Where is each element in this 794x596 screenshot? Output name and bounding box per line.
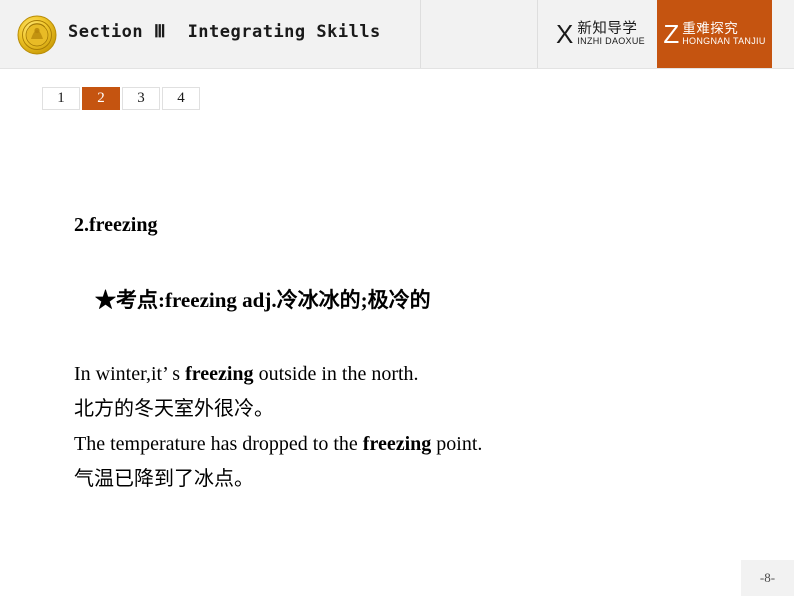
nav-label-cn: 重难探究 bbox=[682, 21, 739, 37]
example-1-middle: s bbox=[167, 363, 186, 385]
example-sentence-1: In winter,it’ s freezing outside in the … bbox=[74, 357, 734, 392]
example-2-prefix: The temperature has dropped to the bbox=[74, 433, 363, 455]
example-2-keyword: freezing bbox=[362, 433, 432, 455]
header-bottom-border bbox=[0, 68, 794, 69]
nav-label-cn: 新知导学 bbox=[577, 20, 638, 37]
page-number-tabstrip: 1 2 3 4 bbox=[42, 87, 200, 110]
example-1-keyword: freezing bbox=[185, 363, 254, 385]
nav-initial-letter-x: X bbox=[556, 19, 574, 49]
header-divider-2 bbox=[537, 0, 538, 68]
example-sentence-2: The temperature has dropped to the freez… bbox=[74, 427, 734, 462]
nav-section-xinzhi-daoxue[interactable]: X 新知导学 INZHI DAOXUE bbox=[556, 0, 645, 68]
tab-3[interactable]: 3 bbox=[122, 87, 160, 110]
star-icon: ★ bbox=[95, 288, 116, 312]
example-translation-1: 北方的冬天室外很冷。 bbox=[74, 398, 274, 420]
page-number-badge: -8- bbox=[741, 560, 794, 596]
nav-label-group: 新知导学 INZHI DAOXUE bbox=[577, 22, 645, 47]
page-title: Section Ⅲ Integrating Skills bbox=[68, 22, 381, 42]
nav-label-pinyin: INZHI DAOXUE bbox=[577, 36, 645, 47]
key-point-word: freezing adj. bbox=[165, 288, 277, 312]
tab-4[interactable]: 4 bbox=[162, 87, 200, 110]
example-1-prefix: In winter,it bbox=[74, 363, 163, 385]
page-header: Section Ⅲ Integrating Skills X 新知导学 INZH… bbox=[0, 0, 794, 68]
nav-initial-letter-z: Z bbox=[663, 19, 680, 49]
key-point-line: ★考点:freezing adj.冷冰冰的;极冷的 bbox=[74, 243, 734, 357]
key-point-label: 考点: bbox=[116, 288, 165, 312]
tab-2[interactable]: 2 bbox=[82, 87, 120, 110]
key-point-meaning: 冷冰冰的;极冷的 bbox=[276, 288, 431, 312]
header-divider-1 bbox=[420, 0, 421, 68]
nav-section-zhongnan-tanjiu[interactable]: Z 重难探究 HONGNAN TANJIU bbox=[657, 0, 772, 68]
gold-medal-emblem-icon bbox=[17, 15, 57, 55]
entry-heading: 2.freezing bbox=[74, 214, 158, 236]
nav-label-group: 重难探究 HONGNAN TANJIU bbox=[682, 22, 765, 46]
example-translation-2: 气温已降到了冰点。 bbox=[74, 468, 254, 490]
example-1-suffix: outside in the north. bbox=[253, 363, 419, 385]
tab-1[interactable]: 1 bbox=[42, 87, 80, 110]
example-2-suffix: point. bbox=[431, 433, 483, 455]
lesson-content: 2.freezing ★考点:freezing adj.冷冰冰的;极冷的 In … bbox=[74, 208, 734, 497]
nav-label-pinyin: HONGNAN TANJIU bbox=[682, 35, 766, 46]
